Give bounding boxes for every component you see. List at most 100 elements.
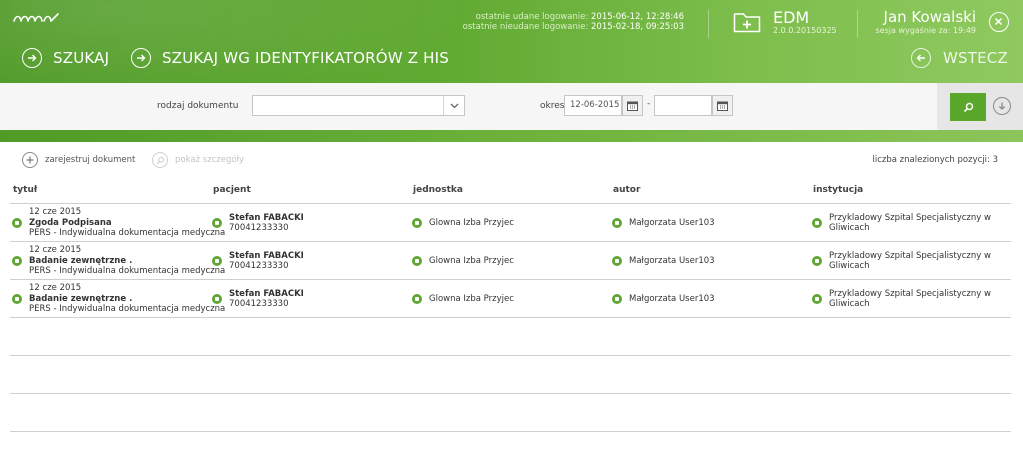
institution-line2: Gliwicach <box>829 223 870 233</box>
table-row[interactable]: 12 cze 2015 Zgoda Podpisana PERS - Indyw… <box>10 204 1011 242</box>
institution-line1: Przykladowy Szpital Specjalistyczny w <box>829 288 991 299</box>
home-icon <box>412 218 422 228</box>
back-button-label: WSTECZ <box>943 49 1008 67</box>
nav-search-label: SZUKAJ <box>53 49 110 67</box>
filter-bar: rodzaj dokumentu okres 12-06-2015 - <box>0 83 1023 130</box>
column-header-unit[interactable]: jednostka <box>413 185 463 195</box>
author-name: Małgorzata User103 <box>629 293 715 304</box>
document-type: PERS - Indywidualna dokumentacja medyczn… <box>29 304 226 315</box>
institution-line2: Gliwicach <box>829 261 870 271</box>
arrow-left-icon <box>911 48 931 68</box>
author-name: Małgorzata User103 <box>629 217 715 228</box>
table-row[interactable]: 12 cze 2015 Badanie zewnętrzne . PERS - … <box>10 280 1011 318</box>
doc-type-select[interactable] <box>252 95 465 116</box>
search-button[interactable] <box>950 93 986 121</box>
column-header-author[interactable]: autor <box>613 185 640 195</box>
cell-author: Małgorzata User103 <box>612 204 715 242</box>
table-divider <box>10 393 1011 394</box>
nav-search-by-id[interactable]: SZUKAJ WG IDENTYFIKATORÓW Z HIS <box>131 48 449 68</box>
user-icon <box>212 294 222 304</box>
document-date: 12 cze 2015 <box>29 283 82 294</box>
results-count: liczba znalezionych pozycji: 3 <box>838 155 999 165</box>
results-count-value: 3 <box>992 155 998 165</box>
document-type: PERS - Indywidualna dokumentacja medyczn… <box>29 228 226 239</box>
unit-name: Glowna Izba Przyjec <box>429 293 514 304</box>
results-count-label: liczba znalezionych pozycji: <box>872 155 990 165</box>
register-document-button[interactable]: zarejestruj dokument <box>22 152 135 168</box>
expand-filters-button[interactable] <box>993 97 1011 115</box>
document-icon <box>12 294 22 304</box>
show-details-button[interactable]: pokaż szczegóły <box>152 152 244 168</box>
document-icon <box>12 256 22 266</box>
doc-type-value <box>253 104 258 114</box>
session-timer: sesja wygaśnie za: 19:49 <box>860 26 976 35</box>
pencil-icon <box>612 218 622 228</box>
document-title: Badanie zewnętrzne . <box>29 293 133 304</box>
home-icon <box>812 294 822 304</box>
cell-institution: Przykladowy Szpital Specjalistyczny w Gl… <box>812 280 991 318</box>
session-value: 19:49 <box>952 26 976 35</box>
section-divider-strip <box>0 130 1023 142</box>
close-icon <box>994 17 1003 26</box>
patient-name: Stefan FABACKI <box>229 288 304 299</box>
patient-name: Stefan FABACKI <box>229 212 304 223</box>
document-title: Badanie zewnętrzne . <box>29 255 133 266</box>
patient-name: Stefan FABACKI <box>229 250 304 261</box>
table-divider <box>10 431 1011 432</box>
home-icon <box>812 218 822 228</box>
header-divider <box>857 10 858 38</box>
document-icon <box>12 218 22 228</box>
institution-line2: Gliwicach <box>829 299 870 309</box>
home-icon <box>412 294 422 304</box>
cell-title: 12 cze 2015 Badanie zewnętrzne . PERS - … <box>12 280 225 318</box>
date-from-input[interactable]: 12-06-2015 <box>564 95 622 116</box>
document-title: Zgoda Podpisana <box>29 217 112 228</box>
app-header: ostatnie udane logowanie: 2015-06-12, 12… <box>0 0 1023 83</box>
table-row[interactable]: 12 cze 2015 Badanie zewnętrzne . PERS - … <box>10 242 1011 280</box>
unit-name: Glowna Izba Przyjec <box>429 255 514 266</box>
calendar-icon <box>717 101 728 111</box>
arrow-right-icon <box>131 48 151 68</box>
last-failed-login-label: ostatnie nieudane logowanie: <box>462 22 589 32</box>
last-login-label: ostatnie udane logowanie: <box>475 12 589 22</box>
pencil-icon <box>612 294 622 304</box>
back-button[interactable]: WSTECZ <box>911 48 1008 68</box>
last-login-value: 2015-06-12, 12:28:46 <box>591 12 684 22</box>
unit-name: Glowna Izba Przyjec <box>429 217 514 228</box>
show-details-label: pokaż szczegóły <box>175 155 245 165</box>
nav-search[interactable]: SZUKAJ <box>22 48 109 68</box>
app-title: EDM <box>773 8 810 27</box>
period-label: okres <box>540 101 565 111</box>
header-divider <box>708 10 709 38</box>
user-name: Jan Kowalski <box>883 8 976 26</box>
arrow-down-icon <box>998 102 1006 110</box>
institution-line1: Przykladowy Szpital Specjalistyczny w <box>829 212 991 223</box>
nav-search-by-id-label: SZUKAJ WG IDENTYFIKATORÓW Z HIS <box>162 49 450 67</box>
author-name: Małgorzata User103 <box>629 255 715 266</box>
column-header-patient[interactable]: pacjent <box>213 185 251 195</box>
table-divider <box>10 355 1011 356</box>
logout-close-button[interactable] <box>989 12 1009 32</box>
cell-institution: Przykladowy Szpital Specjalistyczny w Gl… <box>812 242 991 280</box>
column-header-title[interactable]: tytuł <box>13 185 37 195</box>
cell-author: Małgorzata User103 <box>612 242 715 280</box>
chevron-down-icon[interactable] <box>443 96 464 115</box>
plus-icon <box>22 152 38 168</box>
patient-id: 70041233330 <box>229 299 289 309</box>
last-failed-login-value: 2015-02-18, 09:25:03 <box>591 22 684 32</box>
cell-author: Małgorzata User103 <box>612 280 715 318</box>
calendar-to-button[interactable] <box>712 95 733 116</box>
date-separator: - <box>647 99 651 109</box>
calendar-from-button[interactable] <box>622 95 643 116</box>
document-date: 12 cze 2015 <box>29 245 82 256</box>
date-to-input[interactable] <box>654 95 712 116</box>
app-version: 2.0.0.20150325 <box>773 26 837 35</box>
cell-title: 12 cze 2015 Zgoda Podpisana PERS - Indyw… <box>12 204 225 242</box>
search-icon <box>963 102 973 112</box>
home-icon <box>412 256 422 266</box>
home-icon <box>812 256 822 266</box>
column-header-institution[interactable]: instytucja <box>813 185 863 195</box>
institution-line1: Przykladowy Szpital Specjalistyczny w <box>829 250 991 261</box>
user-icon <box>212 218 222 228</box>
document-type: PERS - Indywidualna dokumentacja medyczn… <box>29 266 226 277</box>
